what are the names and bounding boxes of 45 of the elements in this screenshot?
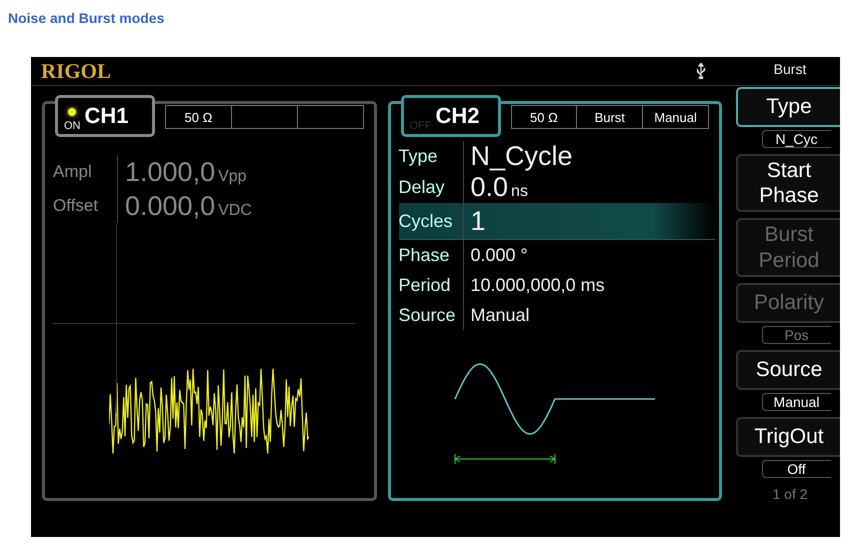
param-value: 1.000,0: [125, 156, 216, 188]
softkey-button[interactable]: Start Phase: [736, 154, 840, 212]
param-label: Phase: [398, 240, 464, 270]
output-state: ON: [64, 120, 80, 132]
menu-title: Burst: [772, 61, 808, 79]
param-row[interactable]: Ampl 1.000,0 Vpp: [53, 155, 370, 189]
softkey-value: Manual: [762, 392, 830, 411]
param-label: Offset: [53, 189, 118, 223]
channel-tag: 50 Ω: [530, 110, 558, 124]
param-label: Source: [398, 300, 464, 330]
softkey-value: Off: [762, 460, 830, 478]
softkey-button[interactable]: TrigOut: [736, 416, 840, 457]
usb-icon: [696, 63, 706, 79]
param-value: N_Cycle: [470, 141, 573, 172]
param-row[interactable]: Phase 0.000 °: [398, 240, 715, 270]
selected-param-row[interactable]: Cycles 1: [398, 203, 715, 240]
param-value: 1: [470, 206, 486, 236]
channel-name: CH1: [84, 103, 129, 129]
param-label: Type: [398, 141, 464, 172]
channel-tag: Manual: [654, 110, 697, 124]
param-value: 0.000,0: [125, 190, 216, 222]
channel-tag: 50 Ω: [184, 110, 212, 124]
param-label: Cycles: [398, 203, 464, 239]
param-row[interactable]: Offset 0.000,0 VDC: [53, 189, 370, 223]
param-label: Ampl: [53, 155, 118, 189]
page-indicator: 1 of 2: [771, 486, 809, 502]
param-row[interactable]: Type N_Cycle: [398, 141, 715, 172]
page-heading: Noise and Burst modes: [7, 9, 164, 28]
param-value: 10.000,000,0 ms: [470, 274, 605, 296]
param-unit: VDC: [218, 202, 252, 220]
softkey-button[interactable]: Source: [736, 350, 840, 390]
param-value: 0.0: [470, 172, 508, 203]
param-value: 0.000 °: [470, 244, 528, 266]
param-row[interactable]: Source Manual: [398, 300, 715, 330]
param-unit: Vpp: [218, 168, 247, 186]
param-row[interactable]: Period 10.000,000,0 ms: [398, 270, 715, 300]
softkey-button[interactable]: Type: [736, 87, 840, 127]
softkey-value: N_Cyc: [762, 130, 830, 148]
softkey-value: Pos: [762, 326, 830, 344]
param-unit: ns: [511, 183, 528, 201]
param-value: Manual: [470, 304, 530, 326]
channel-name: CH2: [436, 103, 480, 129]
param-label: Period: [398, 270, 464, 300]
brand-logo: RIGOL: [41, 58, 112, 84]
channel-tag: Burst: [594, 110, 625, 124]
